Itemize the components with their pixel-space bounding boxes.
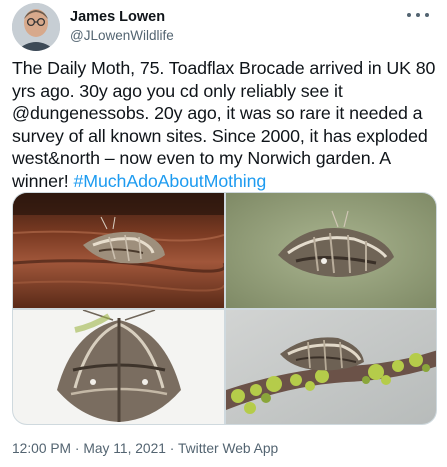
tweet-card: James Lowen @JLowenWildlife The Daily Mo…: [0, 0, 447, 467]
more-options-icon[interactable]: [407, 8, 429, 22]
tweet-source[interactable]: Twitter Web App: [178, 441, 278, 456]
media-grid: [12, 192, 437, 425]
tweet-time[interactable]: 12:00 PM: [12, 441, 71, 456]
hashtag-link[interactable]: #MuchAdoAboutMothing: [73, 171, 266, 191]
author-handle[interactable]: @JLowenWildlife: [70, 28, 174, 44]
meta-separator: ·: [169, 441, 175, 456]
moth-on-lichen-twig-photo[interactable]: [226, 310, 436, 424]
avatar[interactable]: [12, 3, 60, 51]
meta-separator: ·: [74, 441, 80, 456]
author-name[interactable]: James Lowen: [70, 9, 165, 26]
tweet-date[interactable]: May 11, 2021: [83, 441, 166, 456]
tweet-metadata: 12:00 PM · May 11, 2021 · Twitter Web Ap…: [12, 441, 278, 457]
moth-on-wood-photo[interactable]: [13, 193, 224, 308]
moth-spread-wings-photo[interactable]: [13, 310, 224, 424]
tweet-text: The Daily Moth, 75. Toadflax Brocade arr…: [12, 57, 437, 193]
moth-on-green-photo[interactable]: [226, 193, 436, 308]
